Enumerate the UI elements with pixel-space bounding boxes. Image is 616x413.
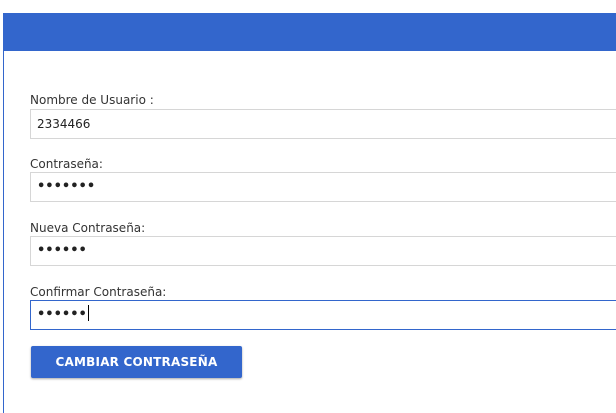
change-password-button[interactable]: CAMBIAR CONTRASEÑA: [31, 346, 242, 378]
password-field[interactable]: •••••••: [30, 172, 616, 202]
password-label: Contraseña:: [30, 157, 103, 171]
confirm-password-field[interactable]: ••••••: [30, 300, 616, 330]
username-field[interactable]: 2334466: [30, 109, 616, 139]
new-password-label: Nueva Contraseña:: [30, 221, 146, 235]
confirm-password-value: ••••••: [37, 307, 87, 322]
confirm-password-label: Confirmar Contraseña:: [30, 285, 167, 299]
new-password-field[interactable]: ••••••: [30, 236, 616, 266]
text-caret: [87, 305, 89, 321]
panel-header: [4, 14, 616, 51]
username-label: Nombre de Usuario :: [30, 93, 154, 107]
